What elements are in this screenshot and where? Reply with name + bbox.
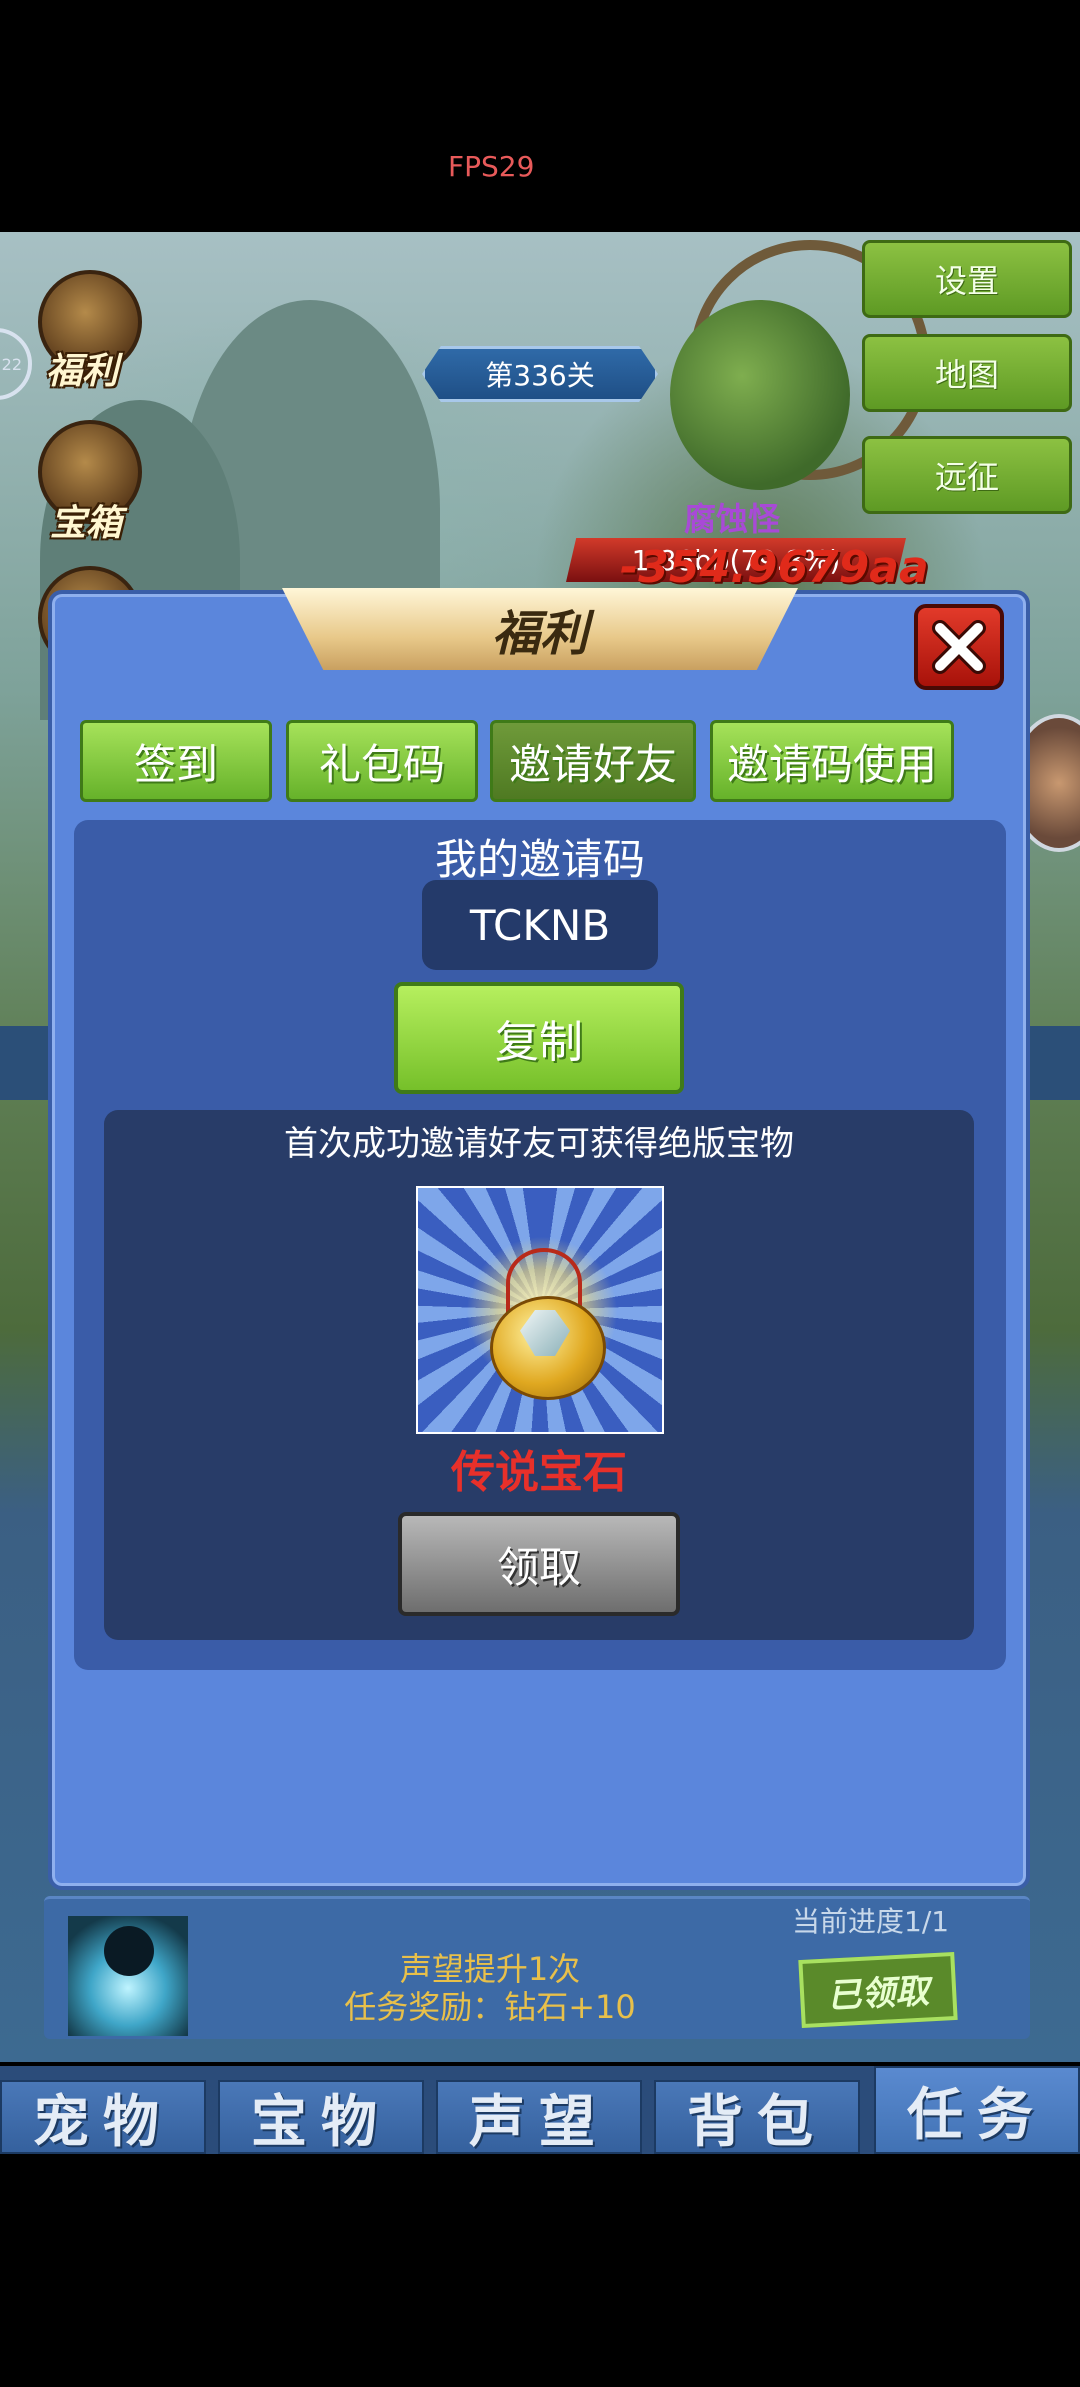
legendary-gem-icon xyxy=(416,1186,664,1434)
reward-item-name: 传说宝石 xyxy=(451,1447,627,1498)
invite-code-label: 我的邀请码 xyxy=(434,835,645,884)
claim-button[interactable]: 领取 xyxy=(398,1512,680,1616)
tab-use-invite-code[interactable]: 邀请码使用 xyxy=(710,720,954,802)
quest-claimed-stamp[interactable]: 已领取 xyxy=(798,1951,958,2029)
map-button[interactable]: 地图 xyxy=(862,334,1072,412)
tab-gift-code[interactable]: 礼包码 xyxy=(286,720,478,802)
tab-tasks[interactable]: 任务 xyxy=(874,2066,1080,2154)
tab-treasures[interactable]: 宝物 xyxy=(218,2080,424,2155)
copy-button[interactable]: 复制 xyxy=(394,982,684,1094)
tab-sign-in[interactable]: 签到 xyxy=(80,720,272,802)
dialog-title: 福利 xyxy=(282,588,798,670)
invite-code-value: TCKNB xyxy=(422,880,658,970)
tab-backpack[interactable]: 背包 xyxy=(654,2080,860,2155)
tab-invite-friends[interactable]: 邀请好友 xyxy=(490,720,696,802)
close-icon xyxy=(932,620,986,674)
close-button[interactable] xyxy=(914,604,1004,690)
tab-pets[interactable]: 宠物 xyxy=(0,2080,206,2155)
quest-progress: 当前进度1/1 xyxy=(792,1905,950,1938)
avatar-head xyxy=(104,1926,154,1976)
edge-badge-text: 22 xyxy=(1,354,22,374)
damage-number: -354.9679aa xyxy=(620,542,929,593)
expedition-button[interactable]: 远征 xyxy=(862,436,1072,514)
fish-monster xyxy=(670,300,850,490)
treasure-chest-label: 宝箱 xyxy=(50,503,123,544)
enemy-name: 腐蚀怪 xyxy=(684,500,781,538)
settings-button[interactable]: 设置 xyxy=(862,240,1072,318)
welfare-icon-label: 福利 xyxy=(46,351,119,392)
tab-reputation[interactable]: 声望 xyxy=(436,2080,642,2155)
reward-description: 首次成功邀请好友可获得绝版宝物 xyxy=(284,1124,794,1164)
level-banner: 第336关 xyxy=(422,346,658,402)
fps-counter: FPS29 xyxy=(448,150,535,183)
quest-reward: 任务奖励：钻石+10 xyxy=(344,1988,636,2026)
